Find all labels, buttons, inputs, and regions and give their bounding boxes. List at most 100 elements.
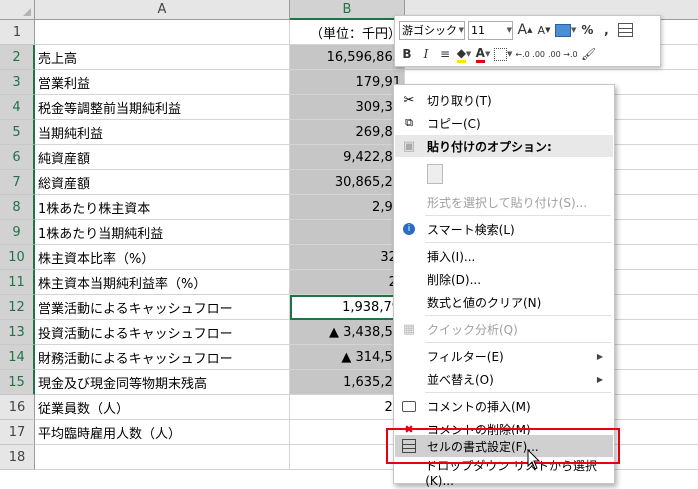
row-header[interactable]: 10 [0, 245, 35, 270]
cell-b[interactable]: ▲ 3,438,56 [290, 320, 405, 345]
mouse-cursor-icon [527, 449, 541, 470]
cell-a[interactable]: 純資産額 [35, 145, 290, 170]
row-header[interactable]: 12 [0, 295, 35, 320]
format-painter-button[interactable]: 🖌 [581, 44, 597, 64]
borders-button[interactable]: ▼ [494, 44, 512, 64]
submenu-arrow-icon: ▶ [596, 374, 603, 384]
row-header[interactable]: 1 [0, 20, 35, 45]
context-menu: ✂ 切り取り(T) ⧉ コピー(C) ▣ 貼り付けのオプション: 形式を選択して貼り付… [393, 84, 615, 488]
row-header[interactable]: 17 [0, 420, 35, 445]
format-table-button[interactable] [617, 20, 633, 40]
menu-item-quick-analysis[interactable]: ▦ クイック分析(Q) [395, 318, 613, 340]
cell-b[interactable]: 269,89 [290, 120, 405, 145]
cell-b[interactable]: 16,596,863 [290, 45, 405, 70]
cell-a[interactable] [35, 445, 290, 470]
paste-clipboard-icon [427, 164, 443, 184]
cell-b[interactable]: 30,865,20 [290, 170, 405, 195]
cell-a[interactable] [35, 20, 290, 45]
cell-a[interactable]: 1株あたり当期純利益 [35, 220, 290, 245]
cell-a[interactable]: 当期純利益 [35, 120, 290, 145]
row-header[interactable]: 8 [0, 195, 35, 220]
menu-item-copy[interactable]: ⧉ コピー(C) [395, 112, 613, 134]
menu-item-paste-special[interactable]: 形式を選択して貼り付け(S)... [395, 191, 613, 213]
row-header[interactable]: 7 [0, 170, 35, 195]
menu-item-cut[interactable]: ✂ 切り取り(T) [395, 89, 613, 111]
column-header-a[interactable]: A [35, 0, 290, 20]
row-header[interactable]: 11 [0, 270, 35, 295]
row-header[interactable]: 6 [0, 145, 35, 170]
currency-format-button[interactable]: ▼ [555, 20, 576, 40]
cell-a[interactable]: 財務活動によるキャッシュフロー [35, 345, 290, 370]
increase-decimal-button[interactable]: ←.0 .00 [515, 44, 545, 64]
align-center-button[interactable]: ≡ [437, 44, 453, 64]
italic-button[interactable]: I [418, 44, 434, 64]
menu-item-insert[interactable]: 挿入(I)... [395, 245, 613, 267]
row-header[interactable]: 5 [0, 120, 35, 145]
menu-section-paste-options: ▣ 貼り付けのオプション: [395, 135, 613, 157]
menu-item-sort[interactable]: 並べ替え(O) ▶ [395, 368, 613, 390]
cell-b[interactable]: （単位：千円） [290, 20, 405, 45]
menu-item-label: 貼り付けのオプション: [427, 139, 552, 154]
cell-b[interactable]: 2. [290, 270, 405, 295]
cell-a[interactable]: 売上高 [35, 45, 290, 70]
menu-item-clear-contents[interactable]: 数式と値のクリア(N) [395, 291, 613, 313]
row-header[interactable]: 4 [0, 95, 35, 120]
cell-a[interactable]: 平均臨時雇用人数（人） [35, 420, 290, 445]
grow-font-button[interactable]: A ▲ [517, 20, 533, 40]
cell-a[interactable]: 投資活動によるキャッシュフロー [35, 320, 290, 345]
row-header[interactable]: 9 [0, 220, 35, 245]
row-header[interactable]: 18 [0, 445, 35, 470]
menu-item-filter[interactable]: フィルター(E) ▶ [395, 345, 613, 367]
format-painter-icon: 🖌 [580, 47, 597, 61]
decrease-decimal-button[interactable]: .00 →.0 [548, 44, 578, 64]
paste-option-button[interactable] [395, 159, 613, 189]
column-header-b[interactable]: B [290, 0, 405, 20]
grow-font-icon: A [517, 22, 528, 38]
cell-b[interactable]: ▲ 314,58 [290, 345, 405, 370]
cell-a[interactable]: 現金及び現金同等物期末残高 [35, 370, 290, 395]
paint-bucket-icon: ◆ [456, 46, 466, 63]
row-header[interactable]: 2 [0, 45, 35, 70]
font-color-icon: A [475, 46, 485, 63]
cell-b[interactable]: 7 [290, 220, 405, 245]
row-header[interactable]: 13 [0, 320, 35, 345]
row-header[interactable]: 3 [0, 70, 35, 95]
cell-a[interactable]: 1株あたり株主資本 [35, 195, 290, 220]
font-color-button[interactable]: A ▼ [475, 44, 491, 64]
cell-a[interactable]: 株主資本当期純利益率（%） [35, 270, 290, 295]
menu-item-label: クイック分析(Q) [427, 322, 518, 337]
menu-item-label: 数式と値のクリア(N) [427, 295, 542, 310]
comma-style-button[interactable]: , [598, 20, 614, 40]
bold-button[interactable]: B [399, 44, 415, 64]
cell-b[interactable]: 309,39 [290, 95, 405, 120]
menu-item-smart-lookup[interactable]: i スマート検索(L) [395, 218, 613, 240]
select-all-corner[interactable] [0, 0, 35, 20]
cell-a[interactable]: 税金等調整前当期純利益 [35, 95, 290, 120]
font-size-box[interactable]: 11 ▼ [468, 20, 513, 40]
cell-b[interactable]: 1,635,23 [290, 370, 405, 395]
cell-b[interactable]: 32. [290, 245, 405, 270]
menu-item-insert-comment[interactable]: コメントの挿入(M) [395, 395, 613, 417]
cell-b[interactable]: 9,422,86 [290, 145, 405, 170]
cell-a[interactable]: 営業利益 [35, 70, 290, 95]
percent-style-button[interactable]: % [579, 20, 595, 40]
menu-item-pick-from-list[interactable]: ドロップダウン リストから選択(K)... [395, 459, 613, 488]
cell-b[interactable]: 1,938,79 [290, 295, 405, 320]
cell-a[interactable]: 営業活動によるキャッシュフロー [35, 295, 290, 320]
cell-b[interactable]: 179,91 [290, 70, 405, 95]
cell-a[interactable]: 総資産額 [35, 170, 290, 195]
font-name-box[interactable]: 游ゴシック ▼ [399, 20, 465, 40]
cell-a[interactable]: 従業員数（人） [35, 395, 290, 420]
scissors-icon: ✂ [403, 92, 415, 108]
row-header[interactable]: 14 [0, 345, 35, 370]
cell-b[interactable]: 26 [290, 395, 405, 420]
shrink-font-button[interactable]: A ▼ [536, 20, 552, 40]
cell-a[interactable]: 株主資本比率（%） [35, 245, 290, 270]
cell-b[interactable]: 2,98 [290, 195, 405, 220]
align-center-icon: ≡ [439, 47, 451, 61]
row-header[interactable]: 15 [0, 370, 35, 395]
menu-item-delete[interactable]: 削除(D)... [395, 268, 613, 290]
row-header[interactable]: 16 [0, 395, 35, 420]
menu-item-label: コピー(C) [427, 116, 481, 131]
fill-color-button[interactable]: ◆ ▼ [456, 44, 472, 64]
